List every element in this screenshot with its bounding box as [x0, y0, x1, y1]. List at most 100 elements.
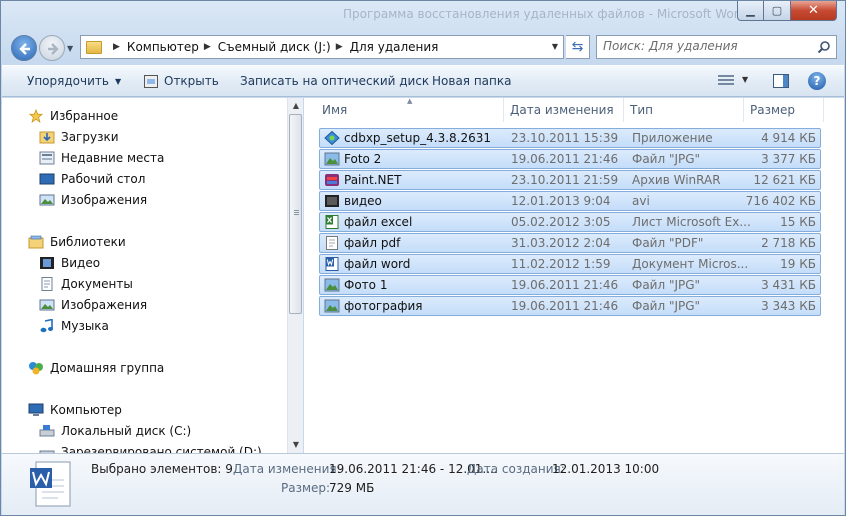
scroll-up-icon[interactable]: ▲: [288, 98, 304, 114]
pdf-file-icon: [326, 236, 338, 250]
nav-local-disk-c[interactable]: Локальный диск (C:): [39, 421, 191, 441]
refresh-button[interactable]: ⇆: [566, 35, 590, 59]
recent-pages-dropdown-icon[interactable]: ▼: [67, 44, 73, 53]
scroll-thumb[interactable]: [289, 114, 302, 314]
nav-images[interactable]: Изображения: [39, 190, 147, 210]
computer-icon: [28, 403, 44, 416]
column-name[interactable]: Имя: [316, 98, 504, 122]
chevron-right-icon[interactable]: ▶: [204, 42, 211, 52]
image-file-icon: [324, 278, 340, 292]
file-name: Foto 2: [344, 152, 382, 166]
installer-icon: [324, 131, 340, 145]
recent-places-icon: [39, 151, 55, 165]
burn-button[interactable]: Записать на оптический диск: [240, 74, 429, 88]
file-date: 05.02.2012 3:05: [511, 215, 611, 229]
file-row[interactable]: Paint.NET 23.10.2011 21:59 Архив WinRAR …: [319, 170, 821, 190]
breadcrumb-removable-disk[interactable]: Съемный диск (J:): [218, 40, 331, 54]
file-size: 3 343 КБ: [761, 299, 816, 313]
nav-favorites[interactable]: Избранное: [28, 106, 118, 126]
title-bar[interactable]: Программа восстановления удаленных файло…: [1, 1, 845, 31]
file-type: Архив WinRAR: [632, 173, 721, 187]
nav-libraries[interactable]: Библиотеки: [28, 232, 126, 252]
address-bar[interactable]: ▶ Компьютер ▶ Съемный диск (J:) ▶ Для уд…: [80, 35, 564, 59]
folder-icon: [86, 40, 102, 54]
breadcrumb-computer[interactable]: Компьютер: [127, 40, 199, 54]
command-bar: Упорядочить ▼ Открыть Записать на оптичес…: [2, 65, 844, 97]
size-label: Размер:: [281, 481, 331, 495]
created-label: Дата создания:: [467, 462, 565, 476]
file-date: 19.06.2011 21:46: [511, 278, 619, 292]
minimize-icon: ▁: [746, 4, 755, 17]
nav-music[interactable]: Музыка: [39, 316, 109, 336]
selected-count: Выбрано элементов: 9: [91, 462, 233, 476]
file-date: 12.01.2013 9:04: [511, 194, 611, 208]
file-row[interactable]: файл pdf 31.03.2012 2:04 Файл "PDF" 2 71…: [319, 233, 821, 253]
file-name: файл word: [344, 257, 411, 271]
nav-recent-places[interactable]: Недавние места: [39, 148, 164, 168]
word-document-icon: [30, 461, 71, 507]
back-button[interactable]: [11, 35, 37, 61]
hard-drive-icon: [39, 425, 55, 437]
navigation-scrollbar[interactable]: ▲ ▼: [287, 98, 303, 453]
search-icon[interactable]: [817, 40, 831, 54]
minimize-button[interactable]: ▁: [737, 1, 764, 21]
nav-desktop[interactable]: Рабочий стол: [39, 169, 145, 189]
file-date: 31.03.2012 2:04: [511, 236, 611, 250]
pictures-icon: [39, 194, 55, 206]
file-list: ▲ Имя Дата изменения Тип Размер cdbxp_se…: [304, 97, 844, 453]
scroll-down-icon[interactable]: ▼: [288, 437, 304, 453]
chevron-right-icon[interactable]: ▶: [113, 42, 120, 52]
file-row[interactable]: файл excel 05.02.2012 3:05 Лист Microsof…: [319, 212, 821, 232]
column-size[interactable]: Размер: [744, 98, 824, 122]
search-input[interactable]: [603, 39, 813, 53]
file-name: файл excel: [344, 215, 413, 229]
chevron-down-icon: ▼: [114, 76, 122, 86]
forward-button[interactable]: [39, 35, 65, 61]
file-type: Файл "JPG": [632, 152, 701, 166]
hard-drive-icon: [39, 450, 55, 453]
desktop-icon: [39, 173, 55, 185]
chevron-right-icon[interactable]: ▶: [336, 42, 343, 52]
file-row[interactable]: файл word 11.02.2012 1:59 Документ Micro…: [319, 254, 821, 274]
file-type: Файл "JPG": [632, 299, 701, 313]
rar-archive-icon: [325, 174, 339, 186]
address-dropdown-icon[interactable]: ▼: [552, 42, 558, 51]
homegroup-icon: [29, 362, 43, 375]
size-value: 729 МБ: [329, 481, 375, 495]
maximize-button[interactable]: ▢: [764, 1, 791, 21]
breadcrumb-current-folder[interactable]: Для удаления: [350, 40, 439, 54]
file-row[interactable]: видео 12.01.2013 9:04 avi 716 402 КБ: [319, 191, 821, 211]
column-date[interactable]: Дата изменения: [504, 98, 624, 122]
video-icon: [40, 257, 54, 269]
view-dropdown-icon[interactable]: ▼: [742, 75, 748, 84]
file-size: 19 КБ: [780, 257, 816, 271]
nav-documents[interactable]: Документы: [39, 274, 133, 294]
file-row[interactable]: cdbxp_setup_4.3.8.2631 23.10.2011 15:39 …: [319, 128, 821, 148]
close-button[interactable]: ✕: [791, 1, 837, 21]
help-icon[interactable]: ?: [808, 72, 826, 90]
file-row[interactable]: Foto 2 19.06.2011 21:46 Файл "JPG" 3 377…: [319, 149, 821, 169]
open-button[interactable]: Открыть: [144, 74, 219, 88]
organize-button[interactable]: Упорядочить ▼: [27, 74, 121, 88]
libraries-icon: [28, 235, 44, 249]
open-icon: [144, 74, 158, 88]
star-icon: [28, 109, 44, 123]
view-icon[interactable]: [718, 75, 734, 87]
nav-reserved-disk-d[interactable]: Зарезервировано системой (D:): [39, 442, 262, 453]
file-type: Приложение: [632, 131, 713, 145]
word-file-icon: [325, 257, 339, 271]
file-size: 2 718 КБ: [761, 236, 816, 250]
nav-homegroup[interactable]: Домашняя группа: [28, 358, 164, 378]
nav-video[interactable]: Видео: [39, 253, 100, 273]
modified-label: Дата изменения:: [233, 462, 341, 476]
preview-pane-icon[interactable]: [773, 74, 789, 88]
file-row[interactable]: Фото 1 19.06.2011 21:46 Файл "JPG" 3 431…: [319, 275, 821, 295]
file-row[interactable]: фотография 19.06.2011 21:46 Файл "JPG" 3…: [319, 296, 821, 316]
open-label: Открыть: [164, 74, 219, 88]
nav-downloads[interactable]: Загрузки: [39, 127, 119, 147]
new-folder-button[interactable]: Новая папка: [432, 74, 511, 88]
nav-library-images[interactable]: Изображения: [39, 295, 147, 315]
nav-computer[interactable]: Компьютер: [28, 400, 122, 420]
organize-label: Упорядочить: [27, 74, 109, 88]
column-type[interactable]: Тип: [624, 98, 744, 122]
